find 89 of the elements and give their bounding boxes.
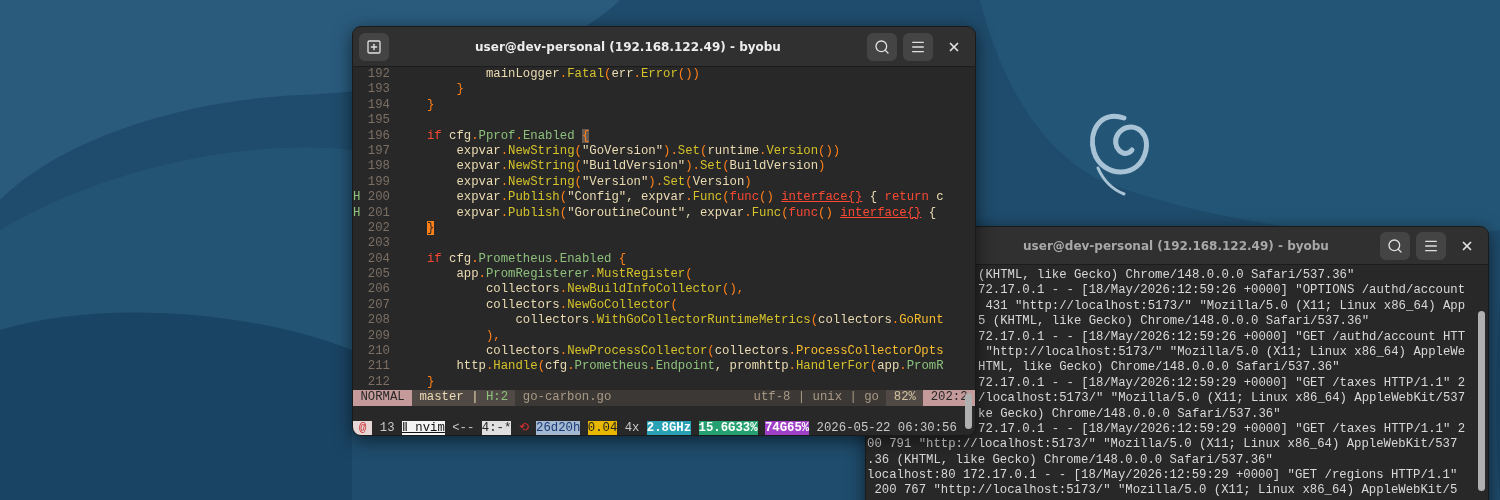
code-line: expvar.Publish("Config", expvar.Func(func() interface{} { return c [455,190,944,206]
code-line: } [455,82,464,98]
line-number: 202 [366,220,390,237]
line-number: 205 [366,267,390,283]
line-number: 201 [366,205,390,221]
log-line: 200 767 "http://localhost:5173/" "Mozilla/5.0 (X11; Linux x86_64) AppleWebKit/5 [873,483,1458,498]
log-line: 72.17.0.1 - - [18/May/2026:12:59:26 +0000] "GET /authd/account HTT [978,329,1466,344]
plus-square-icon [366,38,382,55]
window-title: user@dev-personal (192.168.122.49) - byobu [1022,238,1330,253]
status-label: 13 [379,421,395,435]
code-line: collectors.NewProcessCollector(collectors.ProcessCollectorOpts [484,344,944,360]
search-icon [1387,237,1403,254]
log-line: localhost:80 172.17.0.1 - - [18/May/2026:12:59:29 +0000] "GET /regions HTTP/1.1" [867,468,1458,483]
line-number: 207 [366,297,390,314]
log-line: (KHTML, like Gecko) Chrome/148.0.0.0 Safari/537.36" [978,268,1355,282]
line-number: 200 [366,190,390,206]
status-label: 2026-05-22 06:30:56 [816,421,957,435]
search-icon [874,38,890,55]
file-info: utf-8 | unix | go [752,390,880,406]
line-number: 211 [366,359,390,375]
status-segment: 0.04 [587,421,618,435]
git-sign: H [353,190,361,206]
line-number: 195 [366,113,390,129]
scrollbar-thumb[interactable] [1478,311,1485,491]
line-number: 203 [366,236,390,252]
line-number: 198 [366,159,390,175]
line-number: 212 [366,374,390,391]
code-line: http.Handle(cfg.Prometheus.Endpoint, promhttp.HandlerFor(app.PromR [455,359,944,375]
code-line: expvar.NewString("GoVersion").Set(runtime.Version()) [455,143,841,160]
menu-button[interactable] [903,32,933,61]
code-line: ), [484,328,501,345]
status-segment: 2.8GHz [646,421,692,435]
new-tab-button[interactable] [359,32,389,61]
log-line: 72.17.0.1 - - [18/May/2026:12:59:26 +0000] "OPTIONS /authd/account [978,283,1466,298]
line-number: 196 [366,128,390,144]
file-name: go-carbon.go [521,390,613,406]
status-segment: 4:-* [481,421,512,435]
status-segment: 15.6G33% [698,421,758,435]
search-button[interactable] [867,32,897,61]
log-line: 431 "http://localhost:5173/" "Mozilla/5.0 (X11; Linux x86_64) App [984,298,1466,313]
line-number: 192 [366,67,390,83]
log-line: 00 791 "http://localhost:5173/" "Mozilla/5.0 (X11; Linux x86_64) AppleWebKit/537 [867,437,1458,452]
log-line: "http://localhost:5173/" "Mozilla/5.0 (X11; Linux x86_64) AppleWe [984,344,1466,359]
code-line: expvar.Publish("GoroutineCount", expvar.Func(func() interface{} { [455,205,937,221]
status-segment: 26d20h [536,421,581,435]
line-number: 204 [366,251,390,268]
git-sign: H [353,205,361,221]
status-label: <-- [452,421,475,435]
mode-indicator: NORMAL [353,390,413,406]
code-line: collectors.NewGoCollector( [484,297,678,314]
search-button[interactable] [1380,231,1410,260]
status-segment: Ⅱ nvim [401,421,445,435]
status-segment: @ [353,421,373,435]
window-title: user@dev-personal (192.168.122.49) - byobu [474,39,782,54]
code-line: collectors.NewBuildInfoCollector(), [484,282,745,298]
status-label: 4x [624,421,640,435]
line-number: 206 [366,282,390,298]
code-line: if cfg.Prometheus.Enabled { [425,251,627,268]
git-branch: master [412,390,472,406]
line-number: 199 [366,174,390,191]
scroll-percent: 82% [886,390,924,406]
log-line: 5 (KHTML, like Gecko) Chrome/148.0.0.0 Safari/537.36" [978,314,1370,329]
code-line: collectors.WithGoCollectorRuntimeMetrics(collectors.GoRunt [514,313,944,329]
line-number: 197 [366,143,390,160]
menu-button[interactable] [1416,231,1446,260]
code-line: mainLogger.Fatal(err.Error()) [484,67,700,83]
status-label: ⟲ [518,421,529,435]
code-line: expvar.NewString("Version").Set(Version) [455,174,752,191]
line-number: 210 [366,344,390,360]
status-segment: 74G65% [764,421,810,435]
code-line: } [425,374,435,391]
log-line: ke Gecko) Chrome/148.0.0.0 Safari/537.36" [978,406,1281,421]
log-line: .36 (KHTML, like Gecko) Chrome/148.0.0.0 Safari/537.36" [867,452,1273,467]
cursor-position: 202:2 [923,390,975,406]
line-number: 208 [366,313,390,329]
code-line: } [425,97,435,114]
log-line: HTML, like Gecko) Chrome/148.0.0.0 Safari/537.36" [978,360,1340,375]
code-line: app.PromRegisterer.MustRegister( [455,267,693,283]
line-number: 209 [366,328,390,345]
hunk-count: H:2 [478,390,516,406]
log-line: /localhost:5173/" "Mozilla/5.0 (X11; Linux x86_64) AppleWebKit/537 [978,391,1466,406]
separator: | [471,390,479,406]
line-number: 193 [366,82,390,98]
log-line: 72.17.0.1 - - [18/May/2026:12:59:29 +0000] "GET /taxes HTTP/1.1" 2 [978,375,1466,390]
scrollbar-thumb[interactable] [965,393,972,429]
code-line: if cfg.Pprof.Enabled { [425,128,590,144]
log-line: 72.17.0.1 - - [18/May/2026:12:59:29 +0000] "GET /taxes HTTP/1.1" 2 [978,421,1466,436]
code-line: expvar.NewString("BuildVersion").Set(BuildVersion) [455,159,826,175]
line-number: 194 [366,97,390,114]
